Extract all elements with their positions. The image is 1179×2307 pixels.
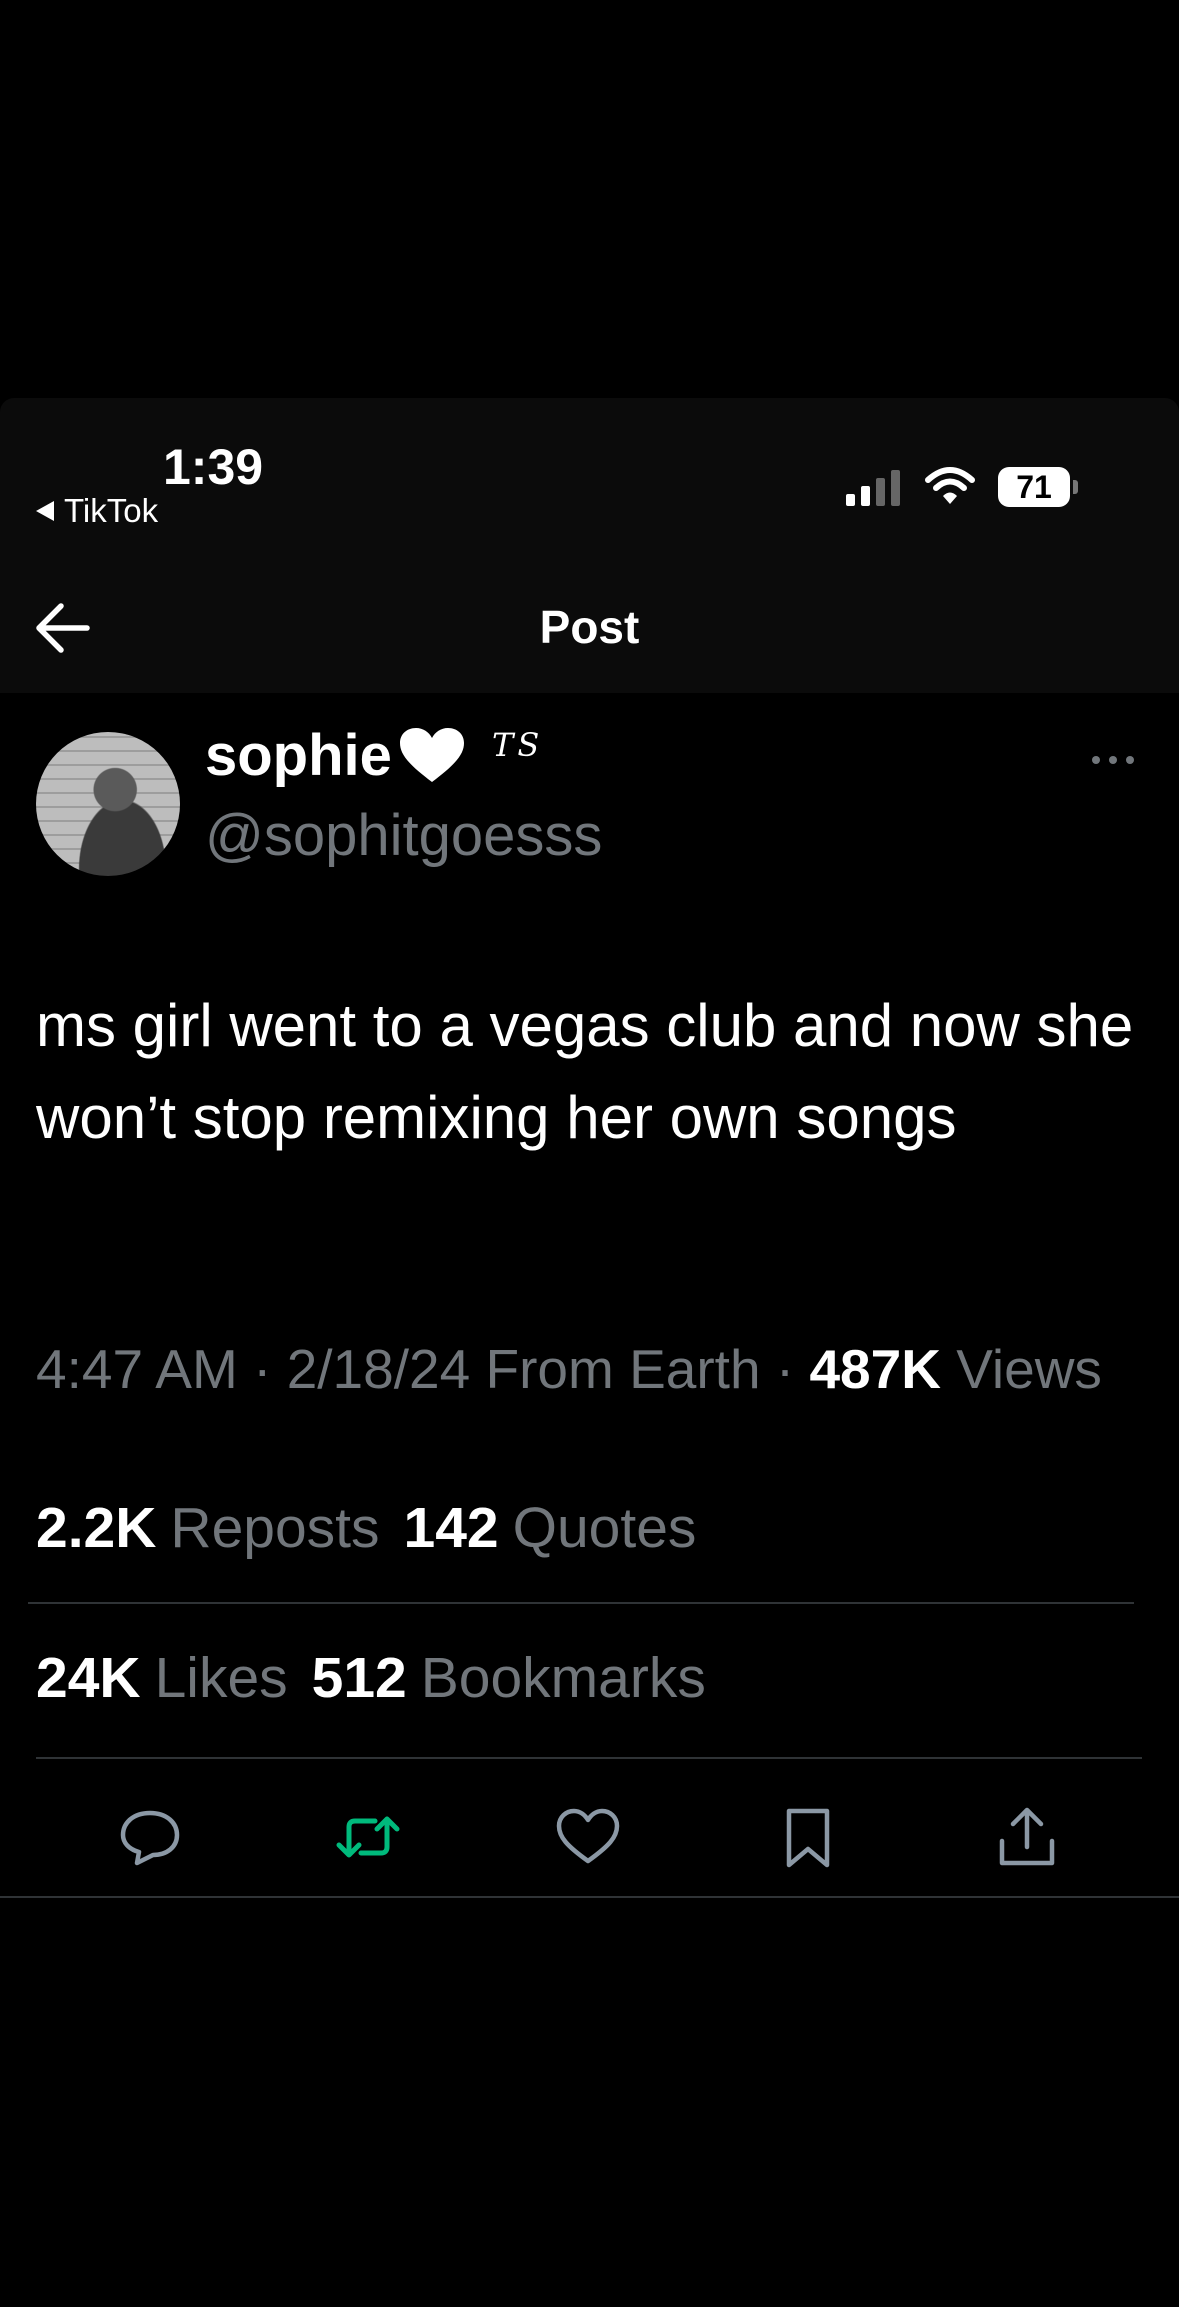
battery-icon: 71 — [998, 467, 1080, 507]
tweet-source: From Earth — [485, 1338, 761, 1400]
page-title: Post — [539, 601, 640, 653]
stats-row-reposts-quotes: 2.2K Reposts 142 Quotes — [36, 1495, 696, 1561]
author-name-text: sophie — [205, 723, 392, 788]
reposts-stat[interactable]: 2.2K Reposts — [36, 1495, 380, 1561]
divider — [0, 1896, 1179, 1898]
author-display-name[interactable]: sophie — [205, 722, 466, 789]
signal-icon — [846, 470, 900, 506]
battery-level: 71 — [998, 467, 1070, 507]
views-count: 487K — [809, 1338, 941, 1400]
tweet-meta: 4:47 AM · 2/18/24 From Earth · 487K View… — [36, 1338, 1102, 1400]
likes-count: 24K — [36, 1646, 141, 1710]
back-to-app-button[interactable]: TikTok — [36, 492, 158, 530]
more-options-icon[interactable] — [1088, 752, 1138, 768]
name-badge: TS — [492, 726, 544, 764]
author-handle[interactable]: @sophitgoesss — [205, 802, 602, 869]
tweet-text: ms girl went to a vegas club and now she… — [36, 992, 1134, 1151]
stats-row-likes-bookmarks: 24K Likes 512 Bookmarks — [36, 1645, 706, 1711]
quotes-label: Quotes — [512, 1496, 697, 1560]
views-label: Views — [956, 1338, 1102, 1400]
bookmarks-stat[interactable]: 512 Bookmarks — [312, 1645, 706, 1711]
bookmarks-label: Bookmarks — [420, 1646, 706, 1710]
likes-label: Likes — [154, 1646, 288, 1710]
quotes-count: 142 — [403, 1496, 499, 1560]
back-app-label: TikTok — [64, 492, 159, 529]
divider — [28, 1602, 1134, 1604]
tweet-time: 4:47 AM — [36, 1338, 238, 1400]
back-triangle-icon — [36, 501, 54, 521]
reply-icon[interactable] — [115, 1805, 185, 1869]
share-icon[interactable] — [992, 1805, 1062, 1869]
likes-stat[interactable]: 24K Likes — [36, 1645, 288, 1711]
reposts-count: 2.2K — [36, 1496, 157, 1560]
like-icon[interactable] — [553, 1805, 623, 1869]
avatar[interactable] — [36, 732, 180, 876]
bookmark-icon[interactable] — [773, 1805, 843, 1869]
reposts-label: Reposts — [170, 1496, 380, 1560]
tweet-date: 2/18/24 — [286, 1338, 471, 1400]
status-time: 1:39 — [163, 439, 264, 495]
wifi-icon — [925, 467, 975, 504]
repost-icon[interactable] — [333, 1805, 403, 1869]
bookmarks-count: 512 — [311, 1646, 407, 1710]
white-heart-icon — [399, 727, 464, 782]
quotes-stat[interactable]: 142 Quotes — [404, 1495, 697, 1561]
divider — [36, 1757, 1142, 1759]
